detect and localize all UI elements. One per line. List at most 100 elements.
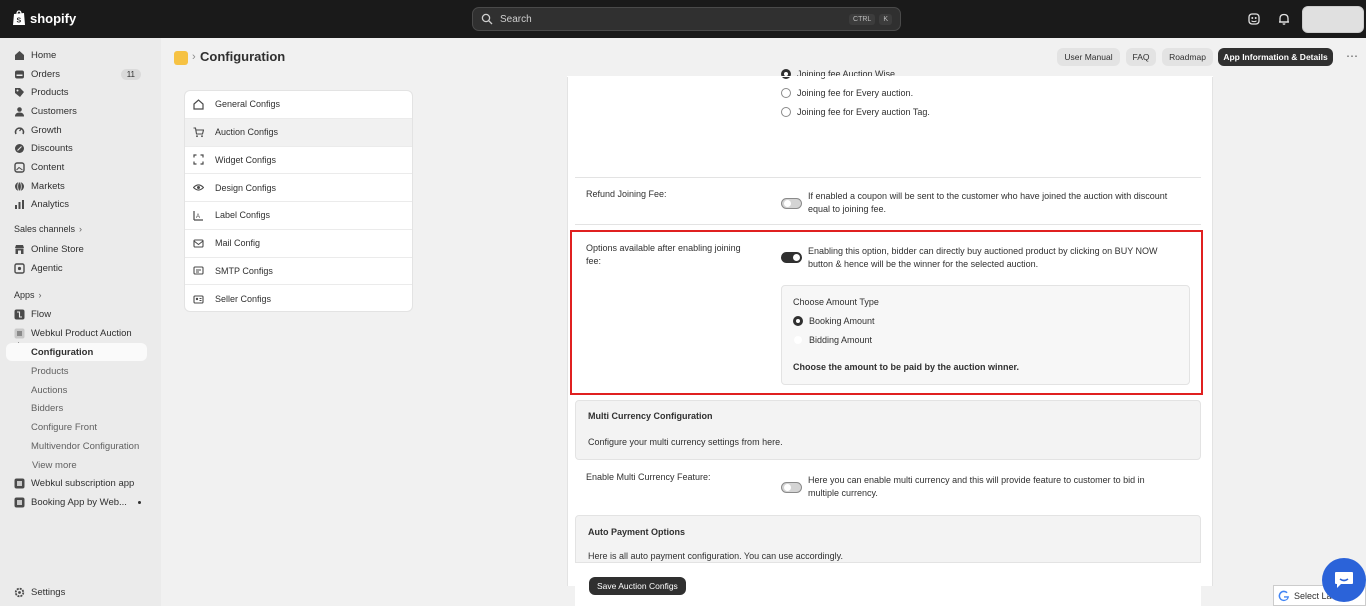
config-nav-label: Widget Configs: [215, 154, 277, 165]
sidebar-item-label: Content: [31, 161, 65, 173]
sidebar-item-label: Booking App by Web...: [31, 496, 127, 508]
growth-icon: [14, 126, 25, 134]
config-nav-label: Design Configs: [215, 182, 277, 193]
refund-joining-fee-toggle[interactable]: [781, 198, 802, 209]
config-nav-label: Auction Configs: [215, 127, 279, 138]
joining-fee-every-auction-option[interactable]: Joining fee for Every auction.: [781, 88, 913, 98]
config-nav-smtp[interactable]: SMTP Configs: [185, 258, 412, 286]
eye-icon: [193, 184, 204, 191]
sidebar-item-label: Auctions: [31, 384, 68, 396]
sidebar-item-customers[interactable]: Customers: [6, 102, 147, 120]
sidebar-item-label: Products: [31, 365, 69, 377]
sidebar-sub-auctions[interactable]: Auctions: [6, 381, 147, 399]
sidebar-item-label: Settings: [31, 586, 66, 598]
joining-fee-auction-wise-option[interactable]: Joining fee Auction Wise.: [781, 69, 898, 79]
chat-icon: [1335, 572, 1353, 588]
sidebar-item-content[interactable]: Content: [6, 158, 147, 176]
config-nav-label: Seller Configs: [215, 294, 272, 305]
orders-count-badge: 11: [120, 68, 141, 80]
cart-icon: [193, 127, 204, 137]
top-bar: S shopify CTRL K: [0, 0, 1366, 38]
sidebar-item-analytics[interactable]: Analytics: [6, 195, 147, 213]
sidebar-item-webkul-subscription-app[interactable]: Webkul subscription app: [6, 474, 147, 492]
roadmap-button[interactable]: Roadmap: [1162, 48, 1213, 66]
multi-currency-desc-line1: Here you can enable multi currency and t…: [808, 475, 1145, 485]
sidebar-sub-configuration[interactable]: Configuration: [6, 343, 147, 361]
sidebar-item-label: Discounts: [31, 142, 73, 154]
sidebar-item-label: Home: [31, 49, 57, 61]
sidebar-item-label: View more: [32, 459, 77, 471]
app-icon: [14, 328, 25, 338]
joining-fee-every-tag-option[interactable]: Joining fee for Every auction Tag.: [781, 107, 930, 117]
app-icon: [14, 497, 25, 507]
divider: [575, 177, 1201, 178]
sidebar-item-webkul-product-auction[interactable]: Webkul Product Auction: [6, 324, 147, 342]
sidebar-sub-configure-front[interactable]: Configure Front: [6, 418, 147, 436]
globe-icon: [15, 181, 24, 191]
save-bar: Save Auction Configs: [575, 562, 1201, 606]
tag-icon: [15, 87, 24, 97]
bell-icon[interactable]: [1277, 12, 1291, 26]
faq-button[interactable]: FAQ: [1126, 48, 1156, 66]
shortcut-ctrl: CTRL: [849, 13, 876, 25]
app-breadcrumb-icon[interactable]: [174, 51, 188, 65]
sidebar-item-online-store[interactable]: Online Store: [6, 240, 147, 258]
search-bar[interactable]: CTRL K: [472, 7, 901, 31]
sidekick-icon[interactable]: [1247, 12, 1261, 26]
sidebar-item-label: Configure Front: [31, 421, 98, 433]
page-title: Configuration: [200, 49, 286, 64]
orders-icon: [15, 70, 24, 78]
agentic-icon: [14, 262, 25, 274]
sidebar-item-discounts[interactable]: Discounts: [6, 139, 147, 157]
radio-button[interactable]: [781, 88, 791, 98]
shopify-bag-icon: S: [13, 10, 25, 25]
search-input[interactable]: [500, 13, 846, 25]
sidebar-sub-bidders[interactable]: Bidders: [6, 399, 147, 417]
enable-multi-currency-label: Enable Multi Currency Feature:: [586, 472, 711, 482]
app-information-button[interactable]: App Information & Details: [1218, 48, 1333, 66]
config-nav-design[interactable]: Design Configs: [185, 174, 412, 202]
home-icon: [15, 50, 24, 60]
sidebar-item-growth[interactable]: Growth: [6, 121, 147, 139]
config-nav-widget[interactable]: Widget Configs: [185, 147, 412, 175]
sidebar-sub-products[interactable]: Products: [6, 362, 147, 380]
multi-currency-desc: Configure your multi currency settings f…: [588, 437, 783, 447]
shopify-logo[interactable]: S shopify: [12, 10, 76, 26]
config-nav-label[interactable]: A Label Configs: [185, 202, 412, 230]
config-nav-label: SMTP Configs: [215, 265, 273, 276]
sidebar-sub-multivendor-configuration[interactable]: Multivendor Configuration: [6, 437, 147, 455]
multi-currency-toggle[interactable]: [781, 482, 802, 493]
page-header: › Configuration User Manual FAQ Roadmap …: [161, 38, 1366, 76]
apps-heading[interactable]: Apps ›: [14, 290, 42, 300]
user-manual-button[interactable]: User Manual: [1057, 48, 1120, 66]
store-icon: [15, 244, 24, 254]
config-nav-mail[interactable]: Mail Config: [185, 230, 412, 258]
more-actions-icon[interactable]: ⋯: [1346, 49, 1359, 63]
chat-button[interactable]: [1322, 558, 1366, 602]
gear-icon: [14, 587, 25, 597]
config-nav-general[interactable]: General Configs: [185, 91, 412, 119]
sidebar-item-settings[interactable]: Settings: [6, 583, 147, 601]
mail-icon: [193, 239, 204, 248]
sidebar-item-booking-app[interactable]: Booking App by Web...: [6, 493, 147, 511]
auto-payment-title: Auto Payment Options: [588, 527, 686, 537]
config-nav-label: General Configs: [215, 99, 281, 110]
config-nav-auction[interactable]: Auction Configs: [185, 118, 412, 147]
discount-icon: [15, 143, 24, 153]
breadcrumb-separator: ›: [192, 51, 196, 63]
divider: [575, 224, 1201, 225]
sidebar-item-home[interactable]: Home: [6, 46, 147, 64]
radio-button[interactable]: [781, 69, 791, 79]
sidebar-item-orders[interactable]: Orders 11: [6, 65, 147, 83]
sidebar-item-flow[interactable]: Flow: [6, 305, 147, 323]
view-more-link[interactable]: View more: [6, 456, 147, 474]
sidebar-item-products[interactable]: Products: [6, 83, 147, 101]
save-auction-configs-button[interactable]: Save Auction Configs: [589, 577, 686, 595]
sidebar-item-agentic[interactable]: Agentic: [6, 259, 147, 277]
account-button[interactable]: [1302, 6, 1364, 33]
radio-button[interactable]: [781, 107, 791, 117]
config-nav-seller[interactable]: Seller Configs: [185, 285, 412, 311]
svg-text:S: S: [17, 18, 22, 25]
sidebar-item-markets[interactable]: Markets: [6, 177, 147, 195]
sales-channels-heading[interactable]: Sales channels ›: [14, 224, 82, 234]
